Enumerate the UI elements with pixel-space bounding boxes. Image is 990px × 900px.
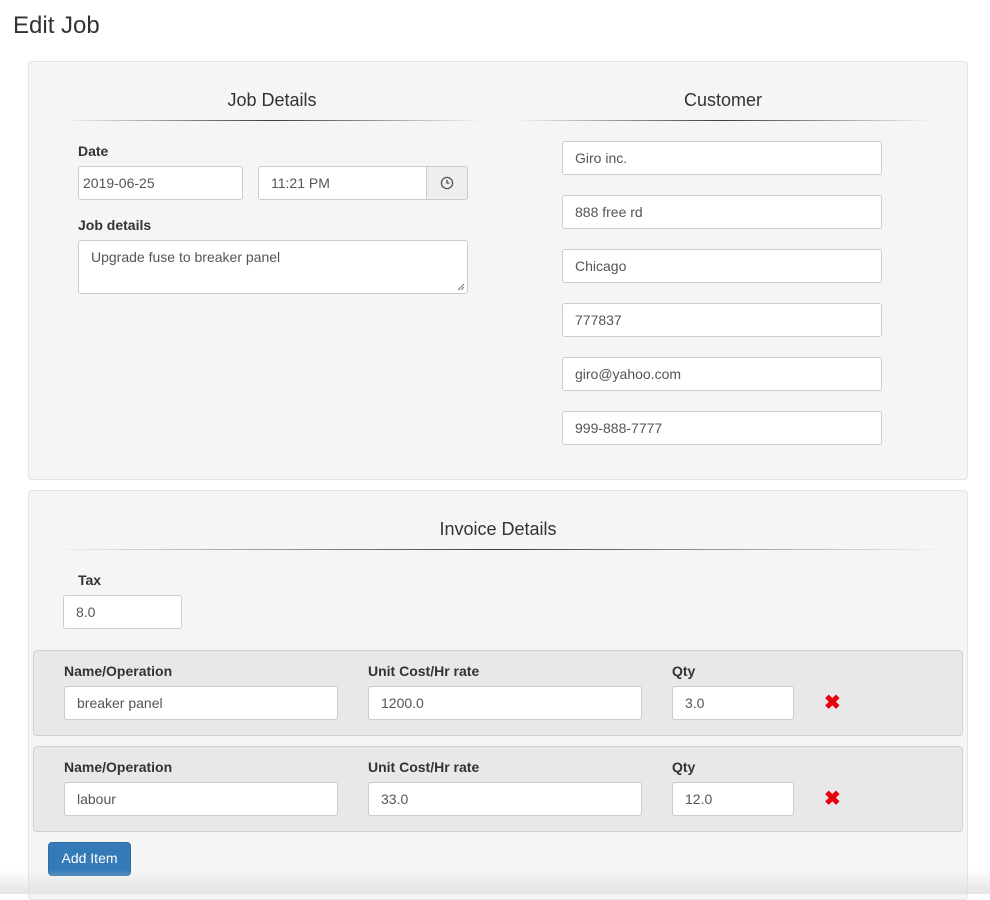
name-column-label: Name/Operation bbox=[64, 663, 173, 679]
job-details-label: Job details bbox=[78, 217, 152, 233]
invoice-heading: Invoice Details bbox=[439, 519, 557, 539]
job-details-heading: Job Details bbox=[227, 90, 317, 110]
item-qty-input[interactable]: 3.0 bbox=[672, 686, 794, 720]
invoice-divider bbox=[48, 549, 948, 550]
item-name-input[interactable]: breaker panel bbox=[64, 686, 338, 720]
remove-x-icon[interactable]: ✖ bbox=[824, 789, 841, 809]
qty-column-label: Qty bbox=[672, 663, 696, 679]
tax-input[interactable]: 8.0 bbox=[63, 595, 182, 629]
item-cost-input[interactable]: 1200.0 bbox=[368, 686, 642, 720]
customer-heading: Customer bbox=[683, 90, 763, 110]
time-picker-button[interactable] bbox=[426, 166, 468, 200]
customer-city-input[interactable]: Chicago bbox=[562, 249, 882, 283]
clock-icon bbox=[440, 176, 454, 190]
item-cost-input[interactable]: 33.0 bbox=[368, 782, 642, 816]
item-name-input[interactable]: labour bbox=[64, 782, 338, 816]
resize-grip-icon[interactable] bbox=[457, 283, 465, 291]
cost-column-label: Unit Cost/Hr rate bbox=[368, 759, 480, 775]
job-details-text: Upgrade fuse to breaker panel bbox=[91, 249, 281, 265]
job-details-textarea[interactable]: Upgrade fuse to breaker panel bbox=[78, 240, 468, 294]
page-title: Edit Job bbox=[13, 12, 100, 39]
scroll-fade bbox=[0, 870, 990, 894]
customer-postal-input[interactable]: 777837 bbox=[562, 303, 882, 337]
job-details-divider bbox=[62, 120, 482, 121]
customer-divider bbox=[513, 120, 933, 121]
item-qty-input[interactable]: 12.0 bbox=[672, 782, 794, 816]
tax-label: Tax bbox=[78, 572, 102, 588]
customer-email-input[interactable]: giro@yahoo.com bbox=[562, 357, 882, 391]
qty-column-label: Qty bbox=[672, 759, 696, 775]
customer-address-input[interactable]: 888 free rd bbox=[562, 195, 882, 229]
time-input[interactable]: 11:21 PM bbox=[258, 166, 427, 200]
date-input[interactable]: 2019-06-25 bbox=[78, 166, 243, 200]
customer-phone-input[interactable]: 999-888-7777 bbox=[562, 411, 882, 445]
customer-name-input[interactable]: Giro inc. bbox=[562, 141, 882, 175]
date-label: Date bbox=[78, 143, 109, 159]
remove-x-icon[interactable]: ✖ bbox=[824, 693, 841, 713]
name-column-label: Name/Operation bbox=[64, 759, 173, 775]
cost-column-label: Unit Cost/Hr rate bbox=[368, 663, 480, 679]
